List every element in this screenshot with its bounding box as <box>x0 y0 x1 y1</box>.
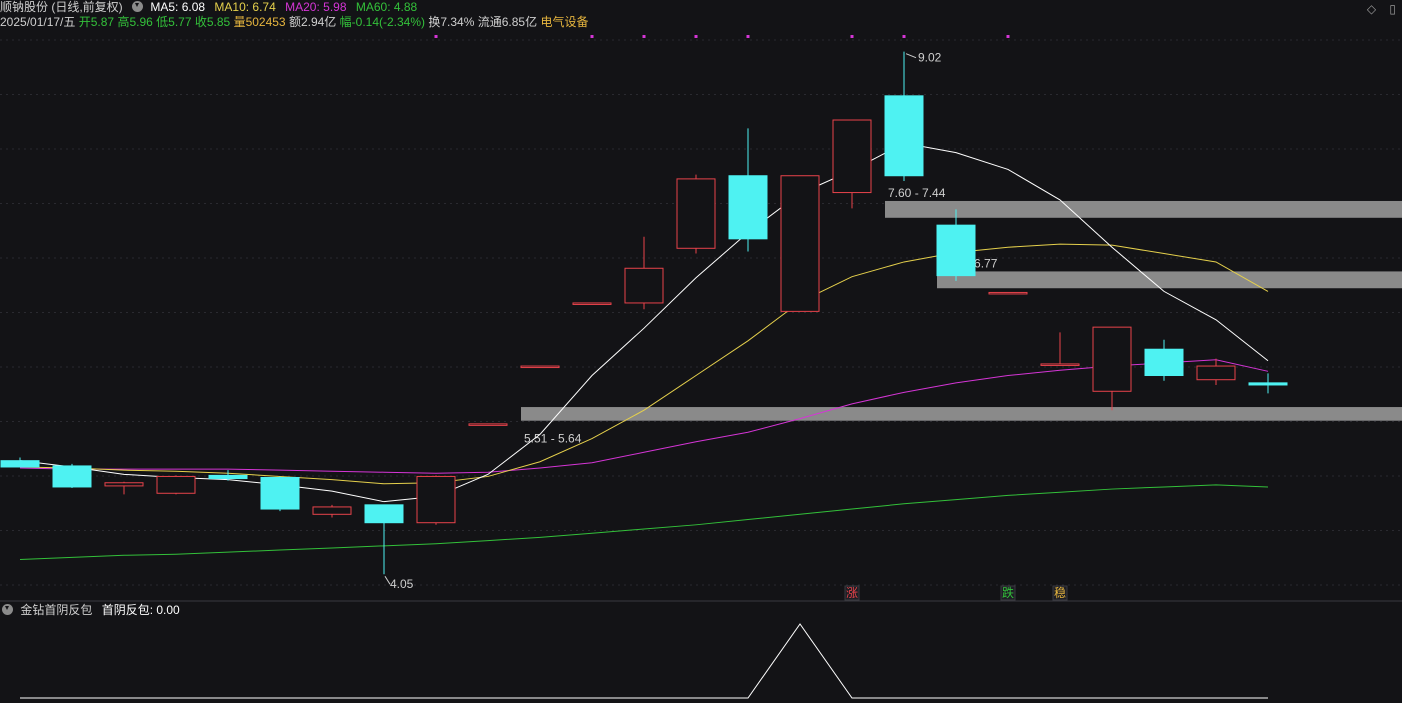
candle-body <box>988 291 1028 295</box>
indicator-value: 首阴反包: 0.00 <box>101 603 180 617</box>
signal-dot <box>590 35 594 38</box>
candle-body <box>312 506 352 515</box>
candle-body <box>520 365 560 369</box>
indicator-row: 金钻首阴反包 首阴反包: 0.00 <box>0 603 180 617</box>
signal-dot <box>902 35 906 38</box>
candle-body <box>364 504 404 524</box>
zone-band <box>937 271 1402 289</box>
signal-marker: 涨 <box>846 585 858 600</box>
high-price-label: 9.02 <box>918 51 942 65</box>
signal-dot <box>1006 35 1010 38</box>
signal-dot <box>694 35 698 38</box>
candle-body <box>624 267 664 304</box>
candle-body <box>780 175 820 312</box>
zone-band <box>521 407 1402 421</box>
signal-dot <box>434 35 438 38</box>
high-arrow <box>905 53 917 59</box>
candle-body <box>52 465 92 488</box>
zone-band <box>885 200 1402 218</box>
candle-body <box>0 460 40 468</box>
candle-body <box>1196 365 1236 381</box>
candle-body <box>416 475 456 524</box>
signal-dot <box>850 35 854 38</box>
candle-body <box>156 475 196 494</box>
candle-body <box>208 474 248 480</box>
candle-body <box>1248 382 1288 386</box>
indicator-line <box>20 623 1268 699</box>
signal-dot <box>642 35 646 38</box>
signal-dot <box>746 35 750 38</box>
ma5-line <box>19 142 1269 503</box>
candle-body <box>1144 348 1184 377</box>
signal-marker: 跌 <box>1002 585 1014 600</box>
candle-body <box>572 302 612 305</box>
candle-body <box>728 175 768 240</box>
ma60-line <box>19 484 1269 561</box>
indicator-name[interactable]: 金钻首阴反包 <box>20 603 92 617</box>
zone-label: 7.60 - 7.44 <box>888 186 946 200</box>
low-price-label: 4.05 <box>390 577 414 591</box>
zone-label: 5.51 - 5.64 <box>524 432 582 446</box>
candle-body <box>832 119 872 194</box>
candle-body <box>676 178 716 249</box>
candle-body <box>260 476 300 510</box>
candle-body <box>104 482 144 487</box>
candle-body <box>936 224 976 277</box>
candle-body <box>1040 363 1080 366</box>
candle-body <box>468 423 508 426</box>
candle-body <box>884 95 924 177</box>
candle-body <box>1092 326 1132 392</box>
indicator-dropdown-icon[interactable] <box>2 604 13 615</box>
kline-chart: 7.60 - 7.446.93 - 6.775.51 - 5.649.024.0… <box>0 35 1402 699</box>
signal-marker: 稳 <box>1054 585 1066 600</box>
